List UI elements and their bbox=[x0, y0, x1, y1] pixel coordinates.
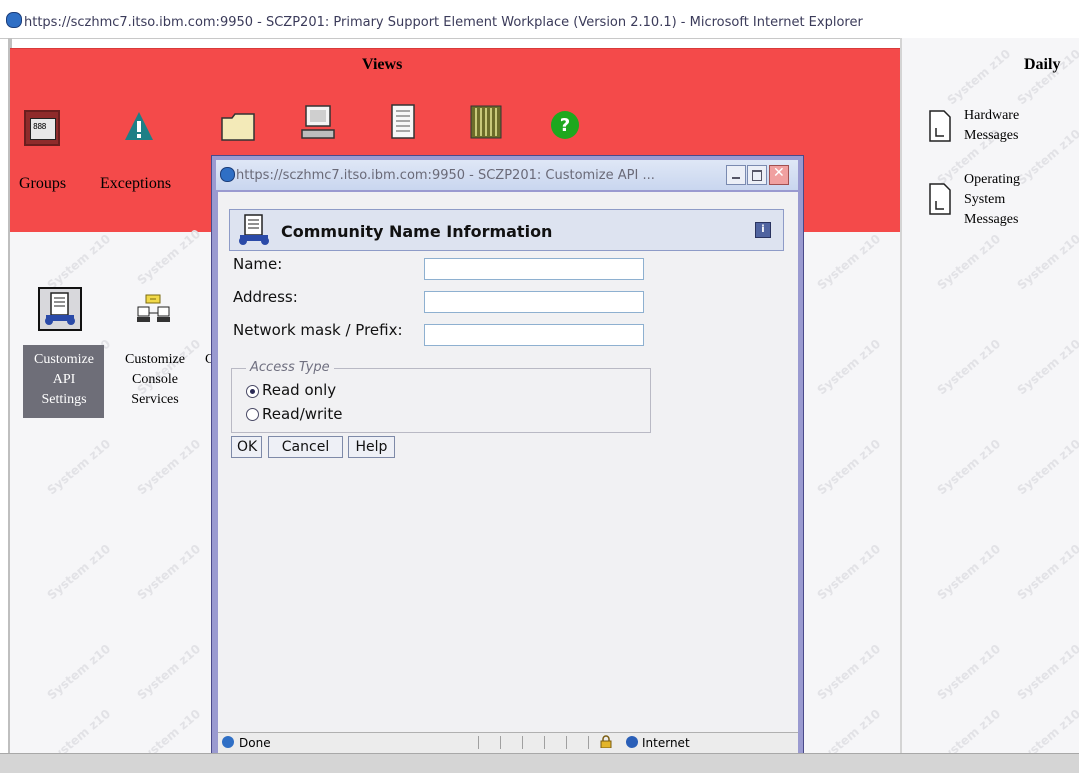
daily-label-line: Messages bbox=[964, 128, 1019, 143]
ie-logo-icon bbox=[6, 12, 22, 28]
svg-text:?: ? bbox=[560, 115, 570, 136]
status-separator bbox=[588, 736, 589, 749]
zone-text: Internet bbox=[642, 736, 690, 750]
status-separator bbox=[544, 736, 545, 749]
customize-api-settings-icon[interactable] bbox=[38, 287, 82, 331]
daily-label-line: Hardware bbox=[964, 108, 1020, 123]
daily-title: Daily bbox=[1024, 56, 1061, 73]
read-write-label[interactable]: Read/write bbox=[262, 405, 342, 423]
name-input[interactable] bbox=[424, 258, 644, 280]
task-label-line: Customize bbox=[125, 352, 185, 367]
task-label-line: Services bbox=[131, 392, 179, 407]
browser-title-bar: https://sczhmc7.itso.ibm.com:9950 - SCZP… bbox=[0, 0, 1079, 39]
books-icon[interactable] bbox=[470, 104, 502, 140]
address-label: Address: bbox=[233, 288, 298, 306]
computer-icon[interactable] bbox=[300, 104, 336, 140]
read-write-radio[interactable] bbox=[246, 408, 259, 421]
customize-console-services-icon[interactable] bbox=[134, 293, 174, 327]
customize-console-services-label[interactable]: Customize Console Services bbox=[110, 350, 200, 410]
address-input[interactable] bbox=[424, 291, 644, 313]
access-type-legend: Access Type bbox=[246, 360, 334, 375]
browser-status-bar bbox=[0, 753, 1079, 773]
daily-label-line: System bbox=[964, 192, 1006, 207]
network-mask-label: Network mask / Prefix: bbox=[233, 321, 403, 339]
operating-system-messages-icon[interactable] bbox=[928, 183, 952, 215]
close-button[interactable]: ✕ bbox=[769, 165, 789, 185]
api-settings-icon bbox=[234, 213, 274, 247]
ok-button[interactable]: OK bbox=[231, 436, 262, 458]
access-type-group bbox=[231, 368, 651, 433]
daily-label-line: Messages bbox=[964, 212, 1019, 227]
network-mask-input[interactable] bbox=[424, 324, 644, 346]
task-label-line: Console bbox=[132, 372, 178, 387]
status-separator bbox=[522, 736, 523, 749]
dialog-header-title: Community Name Information bbox=[281, 222, 553, 241]
daily-label-line: Operating bbox=[964, 172, 1020, 187]
browser-title: https://sczhmc7.itso.ibm.com:9950 - SCZP… bbox=[24, 15, 863, 30]
hardware-messages-icon[interactable] bbox=[928, 110, 952, 142]
cancel-button[interactable]: Cancel bbox=[268, 436, 343, 458]
info-icon[interactable]: i bbox=[755, 222, 771, 238]
dialog-title-bar[interactable]: https://sczhmc7.itso.ibm.com:9950 - SCZP… bbox=[216, 160, 798, 190]
read-only-radio[interactable] bbox=[246, 385, 259, 398]
status-separator bbox=[500, 736, 501, 749]
views-title: Views bbox=[362, 56, 403, 73]
ie-logo-icon bbox=[220, 167, 235, 182]
exceptions-label[interactable]: Exceptions bbox=[100, 175, 171, 193]
task-label-line: API bbox=[52, 372, 76, 387]
task-label-line: Settings bbox=[41, 392, 87, 407]
exceptions-warning-icon[interactable] bbox=[123, 110, 155, 142]
internet-zone-icon bbox=[626, 736, 638, 748]
hardware-messages-label[interactable]: Hardware Messages bbox=[964, 106, 1019, 146]
lock-icon bbox=[600, 735, 612, 749]
name-label: Name: bbox=[233, 255, 283, 273]
ie-page-icon bbox=[222, 736, 234, 748]
status-separator bbox=[478, 736, 479, 749]
help-icon[interactable]: ? bbox=[550, 110, 580, 140]
read-only-label[interactable]: Read only bbox=[262, 381, 336, 399]
dialog-title: https://sczhmc7.itso.ibm.com:9950 - SCZP… bbox=[236, 168, 655, 183]
operating-system-messages-label[interactable]: Operating System Messages bbox=[964, 170, 1020, 230]
maximize-button[interactable] bbox=[747, 165, 767, 185]
groups-icon[interactable]: 888 bbox=[24, 110, 60, 146]
task-label-line: Customize bbox=[34, 352, 94, 367]
minimize-button[interactable] bbox=[726, 165, 746, 185]
status-separator bbox=[566, 736, 567, 749]
groups-label[interactable]: Groups bbox=[19, 175, 66, 193]
dialog-status-bar: Done Internet bbox=[218, 732, 798, 753]
community-name-header: Community Name Information i bbox=[229, 209, 784, 251]
customize-api-settings-label[interactable]: Customize API Settings bbox=[25, 350, 103, 410]
document-list-icon[interactable] bbox=[390, 104, 416, 140]
help-button[interactable]: Help bbox=[348, 436, 395, 458]
folder-icon[interactable] bbox=[220, 110, 256, 142]
status-text: Done bbox=[239, 736, 271, 750]
